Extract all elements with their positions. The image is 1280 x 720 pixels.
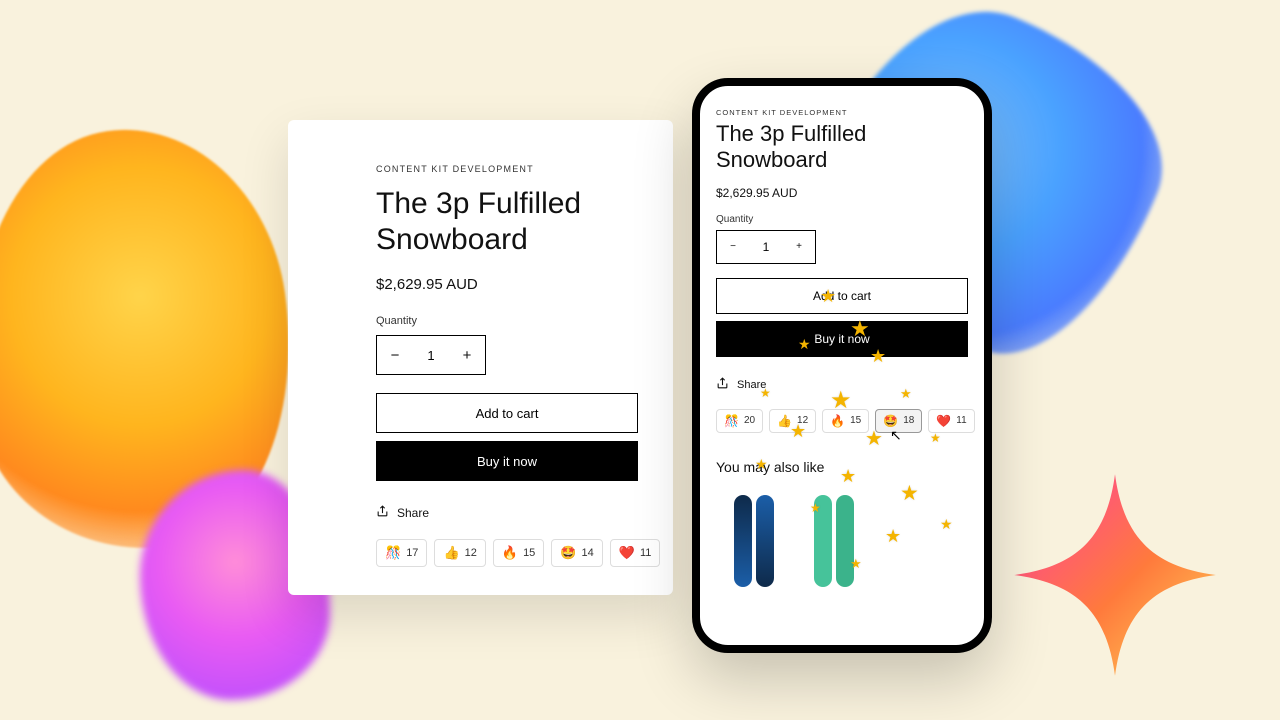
product-price: $2,629.95 AUD — [376, 276, 623, 293]
snowboard-icon — [836, 495, 854, 587]
reaction-count: 18 — [903, 415, 914, 426]
add-to-cart-button[interactable]: Add to cart — [716, 278, 968, 314]
reaction-star-eyes[interactable]: 🤩 14 — [551, 539, 602, 567]
quantity-label: Quantity — [376, 315, 623, 327]
share-label: Share — [737, 379, 766, 391]
product-card-mobile: CONTENT KIT DEVELOPMENT The 3p Fulfilled… — [692, 78, 992, 653]
reaction-thumbs-up[interactable]: 👍 12 — [434, 539, 485, 567]
recommendation-item[interactable] — [814, 495, 854, 587]
fire-icon: 🔥 — [830, 414, 845, 428]
share-label: Share — [397, 506, 429, 520]
reaction-count: 12 — [797, 415, 808, 426]
quantity-value: 1 — [413, 348, 449, 363]
reaction-count: 15 — [850, 415, 861, 426]
reaction-count: 14 — [582, 547, 594, 559]
reaction-confetti[interactable]: 🎊 17 — [376, 539, 427, 567]
quantity-value: 1 — [749, 240, 783, 254]
quantity-stepper[interactable]: − 1 + — [716, 230, 816, 264]
share-icon — [376, 505, 389, 521]
vendor-eyebrow: CONTENT KIT DEVELOPMENT — [376, 164, 623, 174]
add-to-cart-button[interactable]: Add to cart — [376, 393, 638, 433]
product-card-desktop: CONTENT KIT DEVELOPMENT The 3p Fulfilled… — [288, 120, 673, 595]
share-button[interactable]: Share — [376, 505, 623, 521]
reaction-star-eyes[interactable]: 🤩 18 — [875, 409, 922, 433]
heart-icon: ❤️ — [936, 414, 951, 428]
quantity-decrement-button[interactable]: − — [717, 231, 749, 263]
fire-icon: 🔥 — [502, 545, 518, 561]
reaction-fire[interactable]: 🔥 15 — [493, 539, 544, 567]
confetti-icon: 🎊 — [385, 545, 401, 561]
reaction-thumbs-up[interactable]: 👍 12 — [769, 409, 816, 433]
star-eyes-icon: 🤩 — [883, 414, 898, 428]
reaction-count: 20 — [744, 415, 755, 426]
reaction-count: 15 — [523, 547, 535, 559]
reaction-heart[interactable]: ❤️ 11 — [610, 539, 661, 567]
product-title: The 3p Fulfilled Snowboard — [716, 121, 968, 174]
reaction-count: 11 — [640, 547, 651, 559]
recommendation-item[interactable] — [734, 495, 774, 587]
reaction-fire[interactable]: 🔥 15 — [822, 409, 869, 433]
recommendations-row — [716, 495, 968, 587]
reaction-confetti[interactable]: 🎊 20 — [716, 409, 763, 433]
thumbs-up-icon: 👍 — [777, 414, 792, 428]
buy-now-button[interactable]: Buy it now — [376, 441, 638, 481]
buy-now-button[interactable]: Buy it now — [716, 321, 968, 357]
product-title: The 3p Fulfilled Snowboard — [376, 186, 623, 258]
quantity-increment-button[interactable]: + — [783, 231, 815, 263]
confetti-icon: 🎊 — [724, 414, 739, 428]
snowboard-icon — [756, 495, 774, 587]
share-icon — [716, 377, 729, 393]
snowboard-icon — [734, 495, 752, 587]
bg-sparkle-icon — [1010, 470, 1220, 680]
reaction-bar: 🎊 20 👍 12 🔥 15 🤩 18 ❤️ 11 ↖ — [716, 409, 968, 433]
quantity-increment-button[interactable]: + — [449, 336, 485, 374]
product-price: $2,629.95 AUD — [716, 186, 968, 200]
quantity-decrement-button[interactable]: − — [377, 336, 413, 374]
reaction-count: 11 — [956, 415, 966, 426]
star-eyes-icon: 🤩 — [560, 545, 576, 561]
reaction-count: 12 — [465, 547, 477, 559]
reaction-bar: 🎊 17 👍 12 🔥 15 🤩 14 ❤️ 11 — [376, 539, 623, 567]
heart-icon: ❤️ — [619, 545, 635, 561]
snowboard-icon — [814, 495, 832, 587]
thumbs-up-icon: 👍 — [443, 545, 459, 561]
quantity-stepper[interactable]: − 1 + — [376, 335, 486, 375]
reaction-heart[interactable]: ❤️ 11 — [928, 409, 974, 433]
quantity-label: Quantity — [716, 214, 968, 225]
recommendations-heading: You may also like — [716, 459, 968, 475]
vendor-eyebrow: CONTENT KIT DEVELOPMENT — [716, 108, 968, 117]
reaction-count: 17 — [406, 547, 418, 559]
share-button[interactable]: Share — [716, 377, 968, 393]
